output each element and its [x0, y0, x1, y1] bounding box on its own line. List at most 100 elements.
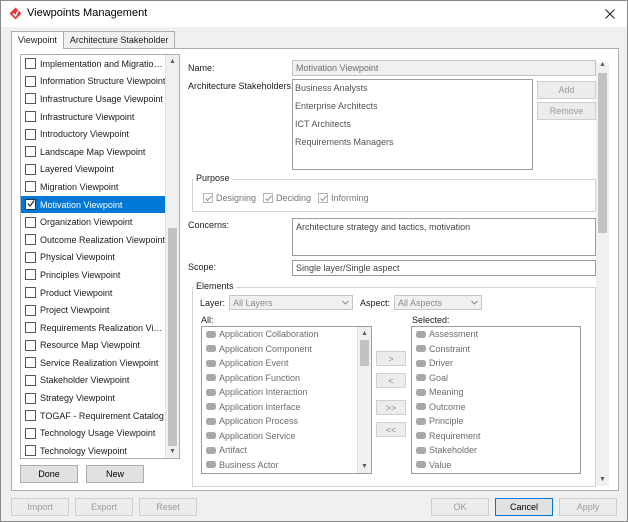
- viewpoint-list-scrollbar[interactable]: ▲ ▼: [165, 55, 179, 458]
- viewpoint-checkbox[interactable]: [25, 427, 36, 439]
- scope-field[interactable]: Single layer/Single aspect: [292, 260, 596, 276]
- selected-element-item[interactable]: Meaning: [412, 385, 580, 400]
- viewpoint-list-item[interactable]: Product Viewpoint: [21, 284, 166, 302]
- move-all-left-button[interactable]: <<: [376, 422, 406, 437]
- viewpoint-checkbox[interactable]: [25, 339, 36, 351]
- scroll-down-arrow-icon[interactable]: ▼: [166, 445, 179, 458]
- all-elements-scrollbar[interactable]: ▲ ▼: [357, 327, 371, 473]
- remove-stakeholder-button[interactable]: Remove: [537, 102, 596, 120]
- all-elements-list[interactable]: Application Collaboration Application Com…: [201, 326, 372, 474]
- selected-element-item[interactable]: Principle: [412, 414, 580, 429]
- viewpoint-checkbox[interactable]: [25, 163, 36, 175]
- viewpoint-checkbox[interactable]: [25, 58, 36, 70]
- viewpoint-list-item[interactable]: Outcome Realization Viewpoint: [21, 231, 166, 249]
- all-element-item[interactable]: Application Component: [202, 342, 359, 357]
- selected-elements-list[interactable]: Assessment Constraint Driver Goal Meaning Out…: [411, 326, 581, 474]
- scroll-up-arrow-icon[interactable]: ▲: [166, 55, 179, 68]
- selected-element-item[interactable]: Stakeholder: [412, 443, 580, 458]
- viewpoint-checkbox[interactable]: [25, 128, 36, 140]
- viewpoint-checkbox[interactable]: [25, 322, 36, 334]
- viewpoint-list-item[interactable]: Layered Viewpoint: [21, 161, 166, 179]
- viewpoint-list-item[interactable]: Landscape Map Viewpoint: [21, 143, 166, 161]
- new-button[interactable]: New: [86, 465, 144, 483]
- viewpoint-checkbox[interactable]: [25, 181, 36, 193]
- all-element-item[interactable]: Application Service: [202, 429, 359, 444]
- move-left-button[interactable]: <: [376, 373, 406, 388]
- tab-architecture-stakeholder[interactable]: Architecture Stakeholder: [62, 31, 176, 48]
- stakeholders-list[interactable]: Business Analysts Enterprise Architects IC…: [292, 79, 533, 170]
- viewpoint-list-item[interactable]: Principles Viewpoint: [21, 266, 166, 284]
- viewpoint-checkbox[interactable]: [25, 111, 36, 123]
- selected-element-item[interactable]: Outcome: [412, 400, 580, 415]
- add-stakeholder-button[interactable]: Add: [537, 81, 596, 99]
- aspect-combobox[interactable]: All Aspects: [394, 295, 482, 310]
- stakeholder-item[interactable]: ICT Architects: [295, 117, 530, 135]
- viewpoint-checkbox[interactable]: [25, 234, 36, 246]
- viewpoint-checkbox[interactable]: [25, 445, 36, 457]
- viewpoint-checkbox[interactable]: [25, 287, 36, 299]
- viewpoint-list-item[interactable]: Organization Viewpoint: [21, 213, 166, 231]
- scroll-down-arrow-icon[interactable]: ▼: [358, 460, 371, 473]
- scrollbar-thumb[interactable]: [168, 228, 177, 446]
- selected-element-item[interactable]: Value: [412, 458, 580, 473]
- selected-element-item[interactable]: Driver: [412, 356, 580, 371]
- done-button[interactable]: Done: [20, 465, 78, 483]
- purpose-deciding-checkbox[interactable]: Deciding: [263, 193, 311, 203]
- scrollbar-thumb[interactable]: [360, 340, 369, 366]
- apply-button[interactable]: Apply: [559, 498, 617, 516]
- all-element-item[interactable]: Application Collaboration: [202, 327, 359, 342]
- viewpoint-list-item[interactable]: TOGAF - Requirement Catalog: [21, 407, 166, 425]
- details-panel-scrollbar[interactable]: ▲ ▼: [596, 61, 609, 486]
- move-all-right-button[interactable]: >>: [376, 400, 406, 415]
- viewpoint-list-item[interactable]: Technology Viewpoint: [21, 442, 166, 458]
- ok-button[interactable]: OK: [431, 498, 489, 516]
- viewpoint-checkbox[interactable]: [25, 304, 36, 316]
- viewpoint-checkbox[interactable]: [25, 199, 36, 211]
- all-element-item[interactable]: Application Function: [202, 371, 359, 386]
- viewpoint-list-item[interactable]: Physical Viewpoint: [21, 249, 166, 267]
- move-right-button[interactable]: >: [376, 351, 406, 366]
- viewpoint-checkbox[interactable]: [25, 374, 36, 386]
- all-element-item[interactable]: Application Interface: [202, 400, 359, 415]
- viewpoint-list-item[interactable]: Technology Usage Viewpoint: [21, 424, 166, 442]
- viewpoint-list-item[interactable]: Resource Map Viewpoint: [21, 337, 166, 355]
- all-element-item[interactable]: Application Event: [202, 356, 359, 371]
- viewpoint-list-item[interactable]: Motivation Viewpoint: [21, 195, 166, 214]
- viewpoint-list-item[interactable]: Infrastructure Viewpoint: [21, 108, 166, 126]
- name-field[interactable]: Motivation Viewpoint: [292, 60, 596, 76]
- scroll-up-arrow-icon[interactable]: ▲: [358, 327, 371, 340]
- scrollbar-thumb[interactable]: [598, 73, 607, 233]
- purpose-informing-checkbox[interactable]: Informing: [318, 193, 369, 203]
- all-element-item[interactable]: Artifact: [202, 443, 359, 458]
- close-button[interactable]: [597, 4, 623, 24]
- viewpoint-list-item[interactable]: Stakeholder Viewpoint: [21, 372, 166, 390]
- viewpoint-list-item[interactable]: Requirements Realization View...: [21, 319, 166, 337]
- reset-button[interactable]: Reset: [139, 498, 197, 516]
- selected-element-item[interactable]: Assessment: [412, 327, 580, 342]
- layer-combobox[interactable]: All Layers: [229, 295, 353, 310]
- export-button[interactable]: Export: [75, 498, 133, 516]
- viewpoint-checkbox[interactable]: [25, 357, 36, 369]
- purpose-designing-checkbox[interactable]: Designing: [203, 193, 256, 203]
- selected-element-item[interactable]: Requirement: [412, 429, 580, 444]
- viewpoint-list-item[interactable]: Implementation and Migration ...: [21, 55, 166, 73]
- stakeholder-item[interactable]: Enterprise Architects: [295, 99, 530, 117]
- viewpoint-list-item[interactable]: Service Realization Viewpoint: [21, 354, 166, 372]
- viewpoint-checkbox[interactable]: [25, 146, 36, 158]
- selected-element-item[interactable]: Constraint: [412, 342, 580, 357]
- cancel-button[interactable]: Cancel: [495, 498, 553, 516]
- tab-viewpoint[interactable]: Viewpoint: [11, 31, 64, 49]
- viewpoint-checkbox[interactable]: [25, 93, 36, 105]
- viewpoint-list-item[interactable]: Project Viewpoint: [21, 301, 166, 319]
- stakeholder-item[interactable]: Requirements Managers: [295, 135, 530, 153]
- scroll-down-arrow-icon[interactable]: ▼: [596, 476, 609, 486]
- viewpoint-checkbox[interactable]: [25, 75, 36, 87]
- stakeholder-item[interactable]: Business Analysts: [295, 81, 530, 99]
- viewpoint-list-item[interactable]: Strategy Viewpoint: [21, 389, 166, 407]
- viewpoint-checkbox[interactable]: [25, 216, 36, 228]
- viewpoint-checkbox[interactable]: [25, 410, 36, 422]
- import-button[interactable]: Import: [11, 498, 69, 516]
- viewpoint-checkbox[interactable]: [25, 251, 36, 263]
- all-element-item[interactable]: Application Interaction: [202, 385, 359, 400]
- viewpoint-checkbox[interactable]: [25, 269, 36, 281]
